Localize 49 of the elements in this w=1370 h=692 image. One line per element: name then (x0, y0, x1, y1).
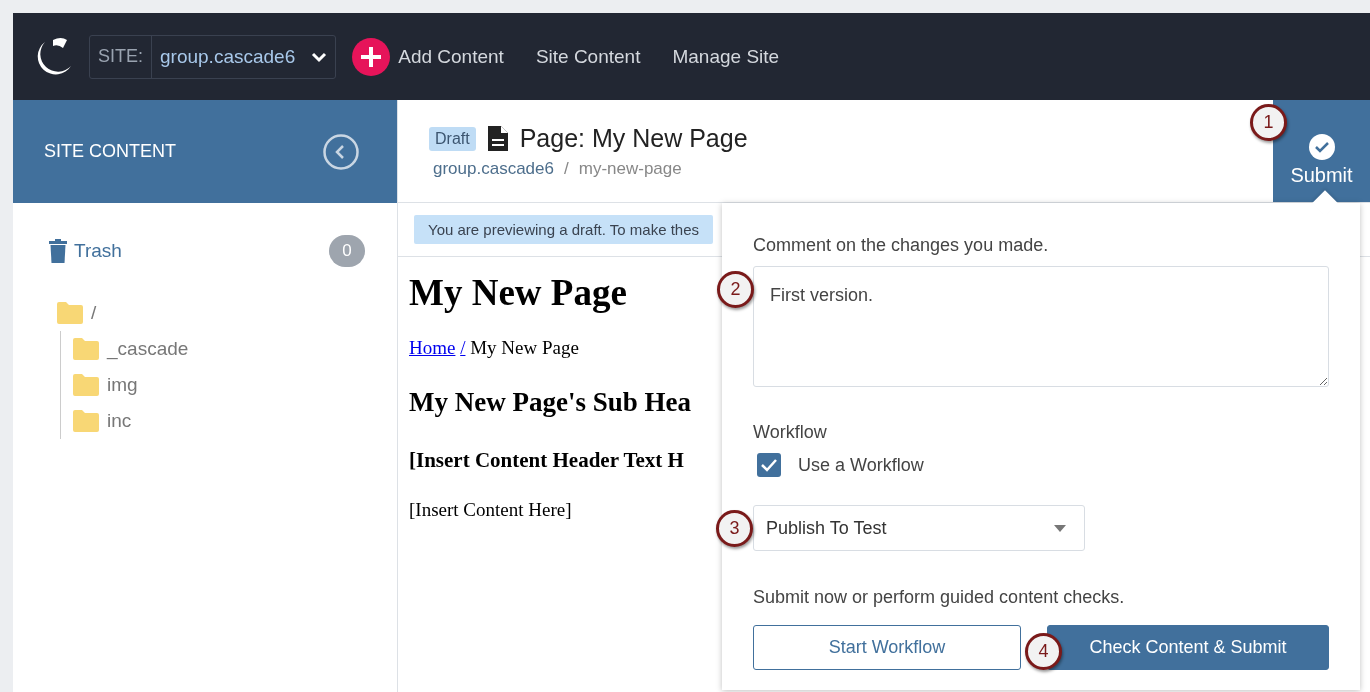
preview-subheading: My New Page's Sub Hea (409, 387, 691, 418)
checkbox-label: Use a Workflow (798, 454, 924, 476)
plus-icon (352, 37, 391, 76)
content-header: [Insert Content Header Text H (409, 448, 684, 473)
preview-notice: You are previewing a draft. To make thes (414, 215, 713, 244)
folder-item[interactable]: img (73, 367, 138, 403)
check-icon (761, 458, 777, 472)
trash-icon (49, 239, 67, 263)
folder-icon (73, 374, 99, 396)
content-text: [Insert Content Here] (409, 499, 572, 521)
preview-heading: My New Page (409, 271, 627, 314)
start-workflow-button[interactable]: Start Workflow (753, 625, 1021, 670)
add-content-button[interactable]: Add Content (352, 37, 504, 76)
folder-item[interactable]: inc (73, 403, 132, 439)
sidebar-title: SITE CONTENT (44, 141, 176, 162)
breadcrumb-link[interactable]: / (460, 337, 466, 358)
chevron-left-icon (323, 133, 359, 170)
breadcrumb-current: my-new-page (578, 159, 682, 179)
breadcrumb-link[interactable]: group.cascade6 (433, 159, 554, 179)
breadcrumb-link[interactable]: Home (409, 337, 456, 358)
site-dropdown[interactable]: group.cascade6 (151, 35, 336, 78)
folder-item[interactable]: / (57, 295, 97, 331)
chevron-down-icon (311, 50, 328, 63)
caret-icon (1054, 524, 1066, 532)
folder-icon (73, 410, 99, 432)
check-circle-icon (1308, 134, 1335, 160)
collapse-button[interactable] (323, 133, 359, 170)
workflow-dropdown[interactable]: Publish To Test (753, 505, 1085, 551)
document-icon (487, 126, 508, 151)
comment-label: Comment on the changes you made. (753, 235, 1050, 256)
workflow-label: Workflow (753, 422, 828, 443)
folder-icon (57, 302, 83, 324)
count-badge: 0 (329, 235, 365, 267)
folder-icon (73, 338, 99, 360)
breadcrumb-current: My New Page (470, 337, 579, 358)
workflow-checkbox[interactable] (757, 453, 781, 477)
comment-field[interactable]: First version. (753, 266, 1329, 387)
submit-button[interactable]: Submit (1273, 100, 1370, 202)
hint-text: Submit now or perform guided content checks. (753, 587, 1126, 608)
folder-item[interactable]: _cascade (73, 331, 189, 367)
status-badge: Draft (429, 126, 476, 151)
check-submit-button[interactable]: Check Content & Submit (1047, 625, 1329, 670)
page-title: Page: My New Page (519, 124, 748, 153)
breadcrumb-separator: / (564, 159, 569, 179)
nav-link[interactable]: Manage Site (672, 45, 780, 68)
nav-link[interactable]: Site Content (535, 45, 641, 68)
trash-link[interactable]: Trash (49, 239, 122, 263)
site-label: SITE: (97, 46, 144, 67)
site-selector[interactable]: SITE: group.cascade6 (89, 34, 337, 79)
